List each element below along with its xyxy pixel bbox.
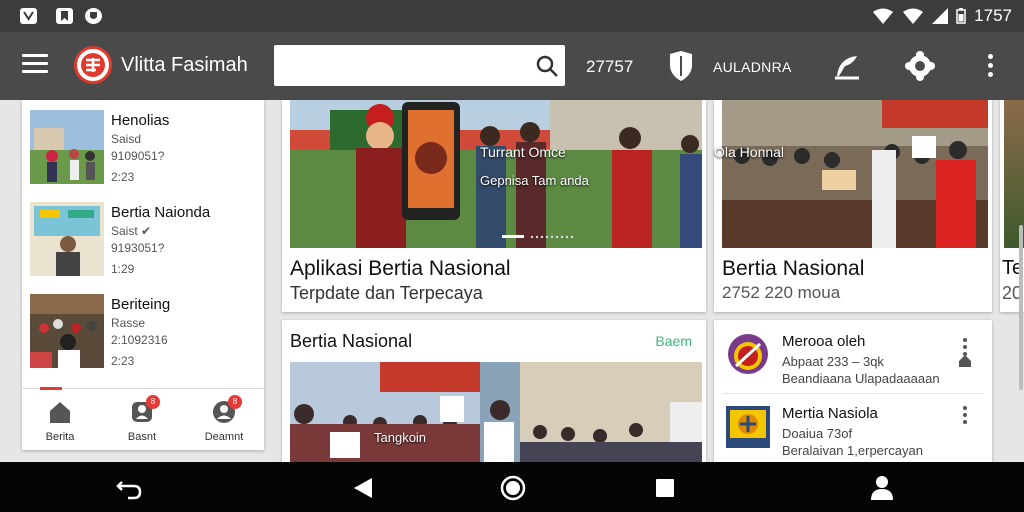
user-icon[interactable]: [868, 474, 896, 502]
news-meta: 2:1092316: [111, 333, 168, 347]
tab-berita[interactable]: Berita: [30, 399, 90, 447]
search-icon[interactable]: [535, 54, 559, 78]
list-item-meta: Beandiaana Ulapadaaaaan: [782, 371, 940, 386]
divider: [722, 393, 984, 394]
system-navigation-bar: [0, 462, 1024, 512]
wifi-secondary-icon: [903, 8, 924, 24]
news-meta: Saist ✔: [111, 224, 152, 238]
list-item-meta: Abpaat 233 – 3qk: [782, 354, 884, 369]
news-thumbnail: [30, 294, 104, 368]
featured-subtitle: Terpdate dan Terpecaya: [290, 283, 483, 303]
battery-icon: [956, 8, 966, 24]
section-image[interactable]: [290, 362, 702, 462]
side-overlay-text: Ola Honnal: [714, 144, 785, 160]
header-count: 27757: [586, 57, 634, 76]
featured-overlay-text: Turrant Omce: [480, 144, 566, 160]
app-title: Vlitta Fasimah: [121, 54, 248, 76]
clock: 1757: [974, 6, 1012, 25]
tab-label: Basnt: [127, 431, 157, 443]
news-title: Henolias: [111, 112, 170, 129]
news-thumbnail: [30, 202, 104, 276]
signal-icon: [932, 8, 949, 24]
notification-badge: 8: [228, 395, 242, 409]
tab-basnt[interactable]: 8 Basnt: [112, 395, 172, 447]
news-source-icon: [724, 402, 776, 450]
bottom-tab-bar: Berita 8 Basnt 8 Deamnt: [22, 387, 264, 450]
news-source-icon: [724, 330, 772, 378]
news-meta: Saisd: [111, 132, 142, 146]
sidebar-news-item[interactable]: Bertia Naionda Saist ✔ 9193051? 1:29: [30, 202, 256, 278]
more-options-icon[interactable]: [986, 54, 994, 78]
news-time: 2:23: [111, 170, 135, 184]
list-item-title: Merooa oleh: [782, 333, 866, 350]
app-bar: Vlitta Fasimah 27757 AULADNRA: [0, 32, 1024, 100]
news-title: Beriteing: [111, 296, 171, 313]
back-icon[interactable]: [116, 474, 144, 502]
featured-news-card[interactable]: Turrant Omce Gepnisa Tam anda Aplikasi B…: [282, 100, 706, 312]
news-time: 2:23: [111, 354, 135, 368]
tab-label: Berita: [45, 431, 75, 443]
featured-title: Aplikasi Bertia Nasional: [290, 257, 511, 280]
list-item[interactable]: Mertia Nasiola Doaiua 73of Beralaivan 1,…: [714, 396, 992, 464]
news-meta: 9193051?: [111, 241, 165, 255]
tab-label: Deamnt: [204, 431, 244, 443]
section-link[interactable]: Baem: [655, 333, 692, 349]
recent-apps-icon[interactable]: [651, 474, 679, 502]
news-meta: Rasse: [111, 316, 146, 330]
list-item-meta: Beralaivan 1,erpercayan: [782, 443, 923, 458]
home-icon: [50, 402, 70, 423]
home-small-icon[interactable]: [958, 354, 972, 368]
home-circle-icon[interactable]: [499, 474, 527, 502]
gear-icon[interactable]: [904, 50, 936, 82]
edit-icon[interactable]: [831, 50, 863, 82]
news-title: Bertia Naionda: [111, 204, 211, 221]
search-bar[interactable]: [274, 45, 565, 86]
list-item-meta: Doaiua 73of: [782, 426, 853, 441]
news-thumbnail: [30, 110, 104, 184]
sidebar-news-item[interactable]: Henolias Saisd 9109051? 2:23: [30, 110, 256, 186]
wifi-icon: [873, 8, 894, 24]
side-news-card[interactable]: Ola Honnal Bertia Nasional 2752 220 moua: [714, 100, 992, 312]
shield-notification-icon: [85, 8, 102, 24]
section-card: Bertia Nasional Baem Tangkoin: [282, 320, 706, 462]
active-tab-indicator: [40, 387, 62, 390]
sidebar-news-item[interactable]: Beriteing Rasse 2:1092316 2:23: [30, 294, 256, 370]
featured-overlay-text: Gepnisa Tam anda: [480, 173, 589, 188]
scrollbar[interactable]: [1019, 225, 1023, 390]
news-meta: 9109051?: [111, 149, 165, 163]
carousel-indicator[interactable]: [502, 235, 582, 239]
news-sidebar: Henolias Saisd 9109051? 2:23 Bertia Naio…: [22, 100, 264, 450]
side-title: Bertia Nasional: [722, 257, 865, 280]
news-time: 1:29: [111, 262, 135, 276]
section-image-caption: Tangkoin: [374, 430, 427, 445]
bookmark-notification-icon: [56, 8, 73, 24]
tab-deamnt[interactable]: 8 Deamnt: [194, 395, 254, 447]
list-item[interactable]: Merooa oleh Abpaat 233 – 3qk Beandiaana …: [714, 324, 992, 392]
news-list-card: Merooa oleh Abpaat 233 – 3qk Beandiaana …: [714, 320, 992, 462]
section-title: Bertia Nasional: [290, 331, 413, 351]
header-label[interactable]: AULADNRA: [713, 59, 792, 75]
status-bar: 1757: [0, 0, 1024, 32]
notification-app-icon: [20, 8, 37, 24]
shield-icon[interactable]: [668, 51, 694, 81]
triangle-back-icon[interactable]: [350, 474, 378, 502]
menu-button[interactable]: [22, 54, 48, 78]
list-item-title: Mertia Nasiola: [782, 405, 878, 422]
more-options-icon[interactable]: [962, 406, 968, 424]
notification-badge: 8: [146, 395, 160, 409]
side-news-image: [722, 100, 988, 248]
search-input[interactable]: [274, 45, 514, 86]
side-subtitle: 2752 220 moua: [722, 283, 841, 302]
app-logo: [74, 46, 112, 84]
